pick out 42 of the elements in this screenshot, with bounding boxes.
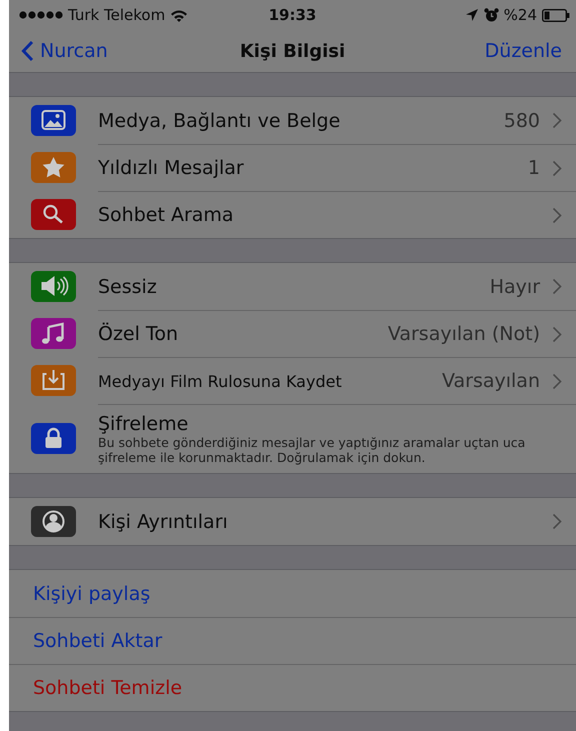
chevron-icon	[552, 206, 562, 224]
chevron-icon	[552, 372, 562, 390]
settings-row[interactable]: Özel Ton Varsayılan (Not)	[9, 310, 576, 357]
settings-row[interactable]: Medya, Bağlantı ve Belge 580	[9, 97, 576, 144]
settings-row[interactable]: Sohbet Arama	[9, 191, 576, 238]
chevron-icon	[552, 160, 562, 176]
download-icon	[31, 365, 76, 396]
row-value: Hayır	[488, 276, 540, 298]
row-value: 580	[502, 110, 540, 132]
row-value: Varsayılan	[440, 370, 540, 392]
settings-row[interactable]: Yıldızlı Mesajlar 1	[9, 144, 576, 191]
settings-row[interactable]: Medyayı Film Rulosuna Kaydet Varsayılan	[9, 357, 576, 404]
row-title: Şifreleme	[98, 413, 188, 435]
carrier-name: Turk Telekom	[68, 6, 166, 24]
action-link[interactable]: Kişiyi paylaş	[33, 582, 150, 604]
lock-icon	[31, 423, 76, 454]
person-icon	[31, 506, 76, 537]
settings-row[interactable]: Kişi Ayrıntıları	[9, 498, 576, 545]
row-description: Bu sohbete gönderdiğiniz mesajlar ve yaptığınız aramalar uçtan uca şifreleme ile korunmaktadır. Doğrulamak için dokun.	[98, 435, 526, 465]
speaker-icon	[31, 271, 76, 302]
action-link[interactable]: Sohbeti Aktar	[33, 630, 162, 652]
battery-percent: %24	[504, 6, 537, 24]
photo-icon	[31, 105, 76, 136]
status-time: 19:33	[268, 6, 318, 24]
settings-row[interactable]: Sessiz Hayır	[9, 263, 576, 310]
edit-button[interactable]: Düzenle	[484, 40, 562, 62]
chevron-icon	[552, 112, 562, 129]
signal-icon	[19, 11, 63, 19]
search-icon	[31, 199, 76, 230]
back-chevron-icon	[21, 40, 34, 62]
alarm-clock-icon	[484, 8, 499, 22]
battery-icon	[542, 8, 570, 22]
chevron-icon	[552, 326, 562, 342]
location-arrow-icon	[464, 8, 479, 22]
row-value: Varsayılan (Not)	[386, 323, 540, 345]
back-button[interactable]: Nurcan	[21, 40, 108, 62]
chevron-icon	[552, 513, 562, 530]
music-note-icon	[31, 318, 76, 349]
row-value: 1	[526, 157, 540, 179]
chevron-icon	[552, 278, 562, 295]
wifi-icon	[170, 8, 188, 22]
screen-title: Kişi Bilgisi	[238, 40, 346, 62]
